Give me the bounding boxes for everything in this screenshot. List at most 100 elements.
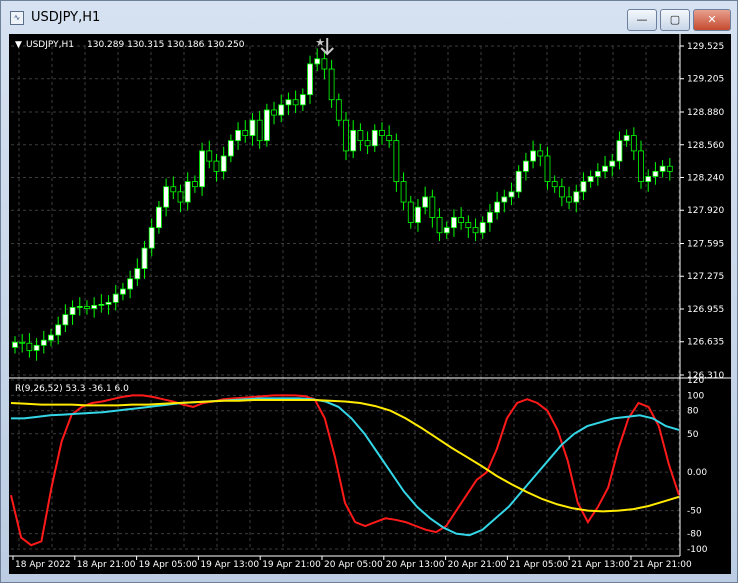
candle-body xyxy=(458,217,465,223)
indicator-axis-label: 80 xyxy=(687,407,699,417)
indicator-axis-label: -100 xyxy=(687,545,708,555)
candle-body xyxy=(400,181,407,203)
candle-body xyxy=(558,186,565,198)
candle-body xyxy=(609,160,616,167)
price-chart[interactable]: ▼ USDJPY,H1 130.289 130.315 130.186 130.… xyxy=(12,36,673,361)
candle-body xyxy=(652,170,659,177)
candle-body xyxy=(249,119,256,136)
candle-body xyxy=(530,150,536,162)
candle-body xyxy=(84,306,90,309)
time-axis-label: 20 Apr 05:00 xyxy=(324,560,383,570)
candle-body xyxy=(26,342,33,351)
indicator-series-line xyxy=(10,399,680,513)
candle-body xyxy=(321,58,328,70)
price-axis-label: 128.560 xyxy=(687,141,724,151)
candle-body xyxy=(314,58,321,65)
candle-body xyxy=(443,227,450,234)
close-button[interactable]: ✕ xyxy=(693,9,731,31)
candle-body xyxy=(184,181,191,203)
chart-svg[interactable]: ▼ USDJPY,H1 130.289 130.315 130.186 130.… xyxy=(9,34,731,574)
indicator-axis-label: 50 xyxy=(687,430,699,440)
candle-body xyxy=(299,94,306,106)
candle-body xyxy=(666,165,673,172)
candle-body xyxy=(594,170,601,177)
candle-body xyxy=(472,227,479,234)
candle-body xyxy=(522,160,529,172)
candle-body xyxy=(551,181,558,188)
maximize-button[interactable]: ▢ xyxy=(660,9,690,31)
candle-body xyxy=(19,341,26,344)
star-icon: ★ xyxy=(315,36,325,49)
candle-body xyxy=(630,135,637,152)
price-axis-label: 126.635 xyxy=(687,338,724,348)
candle-body xyxy=(501,196,508,203)
indicator-axis-label: 100 xyxy=(687,391,704,401)
symbol-header: USDJPY,H1 xyxy=(26,40,74,50)
time-axis-label: 21 Apr 21:00 xyxy=(633,560,692,570)
time-axis-label: 20 Apr 13:00 xyxy=(386,560,445,570)
price-header-arrow-icon[interactable]: ▼ xyxy=(15,40,22,50)
candle-body xyxy=(98,303,105,306)
candle-body xyxy=(206,150,213,162)
candle-body xyxy=(436,217,443,234)
candle-body xyxy=(177,191,184,203)
indicator-axis-label: 0.00 xyxy=(687,468,707,478)
indicator-series-line xyxy=(11,397,680,537)
candle-body xyxy=(357,130,364,142)
indicator-header: R(9,26,52) 53.3 -36.1 6.0 xyxy=(15,384,129,394)
candle-body xyxy=(487,211,493,223)
candle-body xyxy=(242,130,249,136)
price-axis-label: 128.880 xyxy=(687,108,724,118)
window-title: USDJPY,H1 xyxy=(31,10,101,25)
candle-body xyxy=(508,191,515,198)
candle-body xyxy=(422,196,429,208)
candle-body xyxy=(494,201,501,213)
candle-body xyxy=(479,222,486,234)
chart-window: ∿ USDJPY,H1 — ▢ ✕ ▼ USDJPY,H1 130.289 13… xyxy=(0,0,738,583)
candle-body xyxy=(33,344,40,351)
candle-body xyxy=(515,170,522,193)
price-axis-label: 127.275 xyxy=(687,272,724,282)
time-axis-label: 18 Apr 2022 xyxy=(15,560,71,570)
candle-body xyxy=(91,305,98,309)
candle-body xyxy=(141,247,148,269)
candle-body xyxy=(292,99,299,106)
candle-body xyxy=(256,119,263,142)
indicator-chart[interactable]: R(9,26,52) 53.3 -36.1 6.0 xyxy=(10,384,680,547)
candle-body xyxy=(544,155,551,182)
candle-body xyxy=(386,135,393,142)
chart-canvas[interactable]: ▼ USDJPY,H1 130.289 130.315 130.186 130.… xyxy=(9,34,731,574)
candle-body xyxy=(616,140,623,162)
title-bar[interactable]: ∿ USDJPY,H1 — ▢ ✕ xyxy=(1,1,737,33)
candle-body xyxy=(148,227,155,249)
candle-body xyxy=(278,104,285,116)
price-axis-label: 129.525 xyxy=(687,42,724,52)
candle-body xyxy=(127,278,134,290)
candle-body xyxy=(263,109,270,142)
candle-body xyxy=(393,140,400,182)
indicator-series-line xyxy=(10,394,680,547)
candle-body xyxy=(213,160,220,172)
candle-body xyxy=(12,341,18,348)
candle-body xyxy=(235,130,241,142)
candle-body xyxy=(170,186,177,193)
time-axis-label: 21 Apr 13:00 xyxy=(571,560,630,570)
candle-body xyxy=(415,206,421,223)
chart-window-icon: ∿ xyxy=(10,11,24,25)
time-axis-label: 20 Apr 21:00 xyxy=(448,560,507,570)
candle-body xyxy=(429,196,436,218)
time-axis-label: 18 Apr 21:00 xyxy=(77,560,136,570)
candle-body xyxy=(573,191,580,203)
time-axis-label: 19 Apr 21:00 xyxy=(262,560,321,570)
candle-body xyxy=(407,201,414,223)
candle-body xyxy=(364,140,371,147)
ohlc-header: 130.289 130.315 130.186 130.250 xyxy=(87,40,245,50)
candle-body xyxy=(55,324,62,336)
candle-body xyxy=(638,150,644,182)
candle-body xyxy=(69,307,76,316)
candle-body xyxy=(199,150,205,188)
candle-body xyxy=(307,63,313,96)
candle-body xyxy=(343,119,349,152)
candle-body xyxy=(105,301,112,305)
minimize-button[interactable]: — xyxy=(627,9,657,31)
